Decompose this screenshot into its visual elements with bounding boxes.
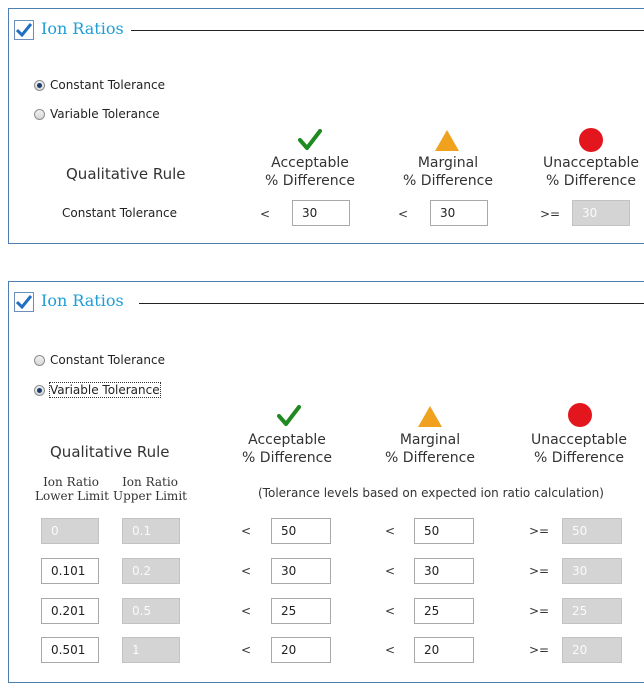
radio-label: Constant Tolerance [50,78,165,92]
red-circle-icon [579,128,603,152]
less-than-operator: < [385,524,396,538]
acceptable-input[interactable]: 20 [271,637,331,663]
acceptable-input[interactable]: 50 [271,518,331,544]
ion-ratios-checkbox[interactable] [14,20,34,40]
unacceptable-input: 30 [572,200,630,226]
tolerance-note: (Tolerance levels based on expected ion … [258,486,604,500]
red-circle-icon [568,403,592,427]
radio-variable-tolerance[interactable]: Variable Tolerance [34,382,161,398]
panel-title: Ion Ratios [41,19,124,38]
acceptable-input[interactable]: 30 [292,200,350,226]
checkmark-icon [277,405,301,426]
marginal-input[interactable]: 20 [414,637,474,663]
marginal-input[interactable]: 25 [414,598,474,624]
header-divider [139,303,644,304]
upper-limit-input: 0.5 [122,598,180,624]
acceptable-header: Acceptable% Difference [242,432,332,466]
marginal-input[interactable]: 30 [414,558,474,584]
qualitative-rule-header: Qualitative Rule [66,165,186,183]
upper-limit-input: 1 [122,637,180,663]
acceptable-header: Acceptable% Difference [265,155,355,189]
lower-limit-input[interactable]: 0.201 [41,598,99,624]
marginal-header: Marginal% Difference [403,155,493,189]
lower-limit-input[interactable]: 0.101 [41,558,99,584]
radio-label: Variable Tolerance [50,107,160,121]
radio-button[interactable] [34,354,45,366]
header-divider [131,30,644,31]
unacceptable-input: 50 [562,518,622,544]
unacceptable-header: Unacceptable% Difference [542,155,640,189]
greater-equal-operator: >= [529,643,550,657]
lower-limit-input[interactable]: 0.501 [41,637,99,663]
ion-ratios-panel-variable: Ion Ratios Constant Tolerance Variable T… [8,281,644,683]
lower-limit-input: 0 [41,518,99,544]
radio-constant-tolerance[interactable]: Constant Tolerance [34,353,165,367]
radio-constant-tolerance[interactable]: Constant Tolerance [34,78,165,92]
marginal-input[interactable]: 30 [430,200,488,226]
less-than-operator: < [385,604,396,618]
unacceptable-input: 25 [562,598,622,624]
upper-limit-input: 0.2 [122,558,180,584]
warning-triangle-icon [418,406,442,427]
less-than-operator: < [241,604,252,618]
less-than-operator: < [241,564,252,578]
greater-equal-operator: >= [529,524,550,538]
checkmark-icon [16,23,32,37]
radio-label: Variable Tolerance [49,382,161,398]
radio-button[interactable] [34,384,45,396]
upper-limit-input: 0.1 [122,518,180,544]
row-label: Constant Tolerance [62,206,177,220]
warning-triangle-icon [435,130,459,151]
greater-equal-operator: >= [529,604,550,618]
acceptable-input[interactable]: 25 [271,598,331,624]
less-than-operator: < [241,524,252,538]
radio-button[interactable] [34,79,45,91]
less-than-operator: < [260,207,271,221]
greater-equal-operator: >= [540,207,561,221]
less-than-operator: < [398,207,409,221]
radio-label: Constant Tolerance [50,353,165,367]
less-than-operator: < [241,643,252,657]
marginal-header: Marginal% Difference [385,432,475,466]
lower-limit-header: Ion Ratio Lower Limit [35,475,109,503]
less-than-operator: < [385,564,396,578]
upper-limit-header: Ion Ratio Upper Limit [113,475,187,503]
unacceptable-input: 20 [562,637,622,663]
greater-equal-operator: >= [529,564,550,578]
radio-button[interactable] [34,108,45,120]
acceptable-input[interactable]: 30 [271,558,331,584]
marginal-input[interactable]: 50 [414,518,474,544]
panel-title: Ion Ratios [41,291,124,310]
less-than-operator: < [385,643,396,657]
ion-ratios-panel-constant: Ion Ratios Constant Tolerance Variable T… [8,8,644,244]
checkmark-icon [16,295,32,309]
unacceptable-input: 30 [562,558,622,584]
unacceptable-header: Unacceptable% Difference [530,432,628,466]
radio-variable-tolerance[interactable]: Variable Tolerance [34,107,160,121]
checkmark-icon [298,129,322,150]
qualitative-rule-header: Qualitative Rule [50,443,170,461]
ion-ratios-checkbox[interactable] [14,292,34,312]
